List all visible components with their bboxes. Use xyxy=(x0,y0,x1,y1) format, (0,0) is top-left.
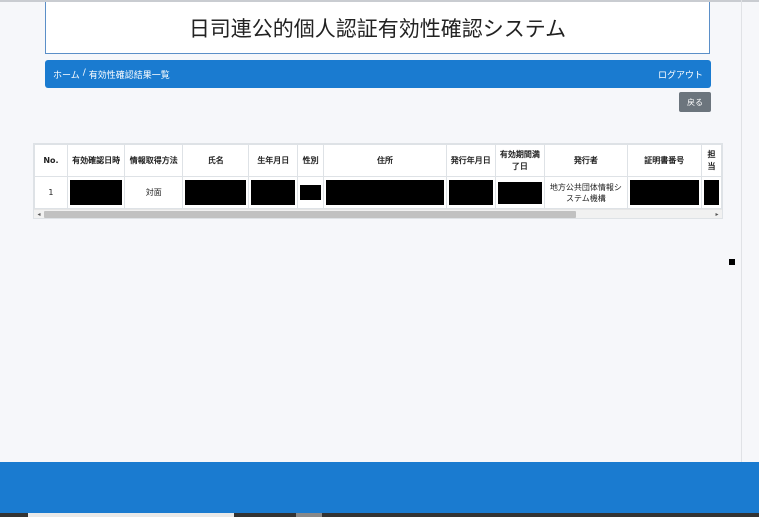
col-header-check-datetime: 有効確認日時 xyxy=(66,144,126,177)
breadcrumb-current: 有効性確認結果一覧 xyxy=(88,70,170,81)
cell-gender xyxy=(297,176,325,209)
results-table-container: No. 有効確認日時 情報取得方法 氏名 生年月日 性別 住所 発行年月日 有効… xyxy=(33,143,723,219)
col-header-cert-number: 証明書番号 xyxy=(626,144,702,177)
col-header-method: 情報取得方法 xyxy=(124,144,183,177)
redaction-block xyxy=(251,180,296,205)
redaction-block xyxy=(629,180,699,205)
scrollbar-thumb[interactable] xyxy=(44,211,576,218)
col-header-no: No. xyxy=(34,144,68,177)
redaction-block xyxy=(326,180,444,205)
cell-address xyxy=(323,176,447,209)
cell-check-datetime xyxy=(66,176,126,209)
back-button[interactable]: 戻る xyxy=(679,92,711,112)
cell-issuer: 地方公共団体情報システム機構 xyxy=(544,176,628,209)
horizontal-scrollbar[interactable]: ◂ ▸ xyxy=(34,209,722,218)
taskbar-segment xyxy=(28,513,234,517)
table-header-row: No. 有効確認日時 情報取得方法 氏名 生年月日 性別 住所 発行年月日 有効… xyxy=(34,144,722,177)
cell-issue-date xyxy=(445,176,496,209)
table-row: 1 対面 地方公共団体情報システム機構 xyxy=(34,176,722,209)
breadcrumb-home-link[interactable]: ホーム xyxy=(53,68,80,81)
scroll-right-icon[interactable]: ▸ xyxy=(712,210,722,218)
cell-person-in-charge xyxy=(700,176,722,209)
cell-name xyxy=(181,176,250,209)
scroll-left-icon[interactable]: ◂ xyxy=(34,210,44,218)
results-table: No. 有効確認日時 情報取得方法 氏名 生年月日 性別 住所 発行年月日 有効… xyxy=(34,144,722,209)
page-title: 日司連公的個人認証有効性確認システム xyxy=(188,16,567,41)
stray-marker xyxy=(729,259,735,265)
breadcrumb: ホーム / 有効性確認結果一覧 xyxy=(53,68,170,81)
col-header-issue-date: 発行年月日 xyxy=(445,144,496,177)
redaction-block xyxy=(69,180,123,205)
page-edge xyxy=(741,0,742,462)
col-header-address: 住所 xyxy=(323,144,447,177)
cell-method: 対面 xyxy=(124,176,183,209)
redaction-block xyxy=(497,181,543,204)
cell-cert-number xyxy=(626,176,702,209)
cell-no: 1 xyxy=(34,176,68,209)
cell-birthdate xyxy=(248,176,299,209)
col-header-issuer: 発行者 xyxy=(544,144,628,177)
col-header-birthdate: 生年月日 xyxy=(248,144,299,177)
header-banner: 日司連公的個人認証有効性確認システム xyxy=(45,2,710,54)
taskbar-segment xyxy=(296,513,322,517)
col-header-person-in-charge: 担当 xyxy=(700,144,722,177)
logout-link[interactable]: ログアウト xyxy=(658,68,703,81)
breadcrumb-separator: / xyxy=(82,67,86,78)
navbar: ホーム / 有効性確認結果一覧 ログアウト xyxy=(45,60,711,88)
col-header-name: 氏名 xyxy=(181,144,250,177)
redaction-block xyxy=(448,180,493,205)
redaction-block xyxy=(703,180,719,205)
redaction-block xyxy=(300,185,322,200)
cell-expiry-date xyxy=(494,176,546,209)
footer-bar xyxy=(0,462,759,517)
col-header-gender: 性別 xyxy=(297,144,325,177)
col-header-expiry-date: 有効期間満了日 xyxy=(494,144,546,177)
redaction-block xyxy=(185,180,247,205)
